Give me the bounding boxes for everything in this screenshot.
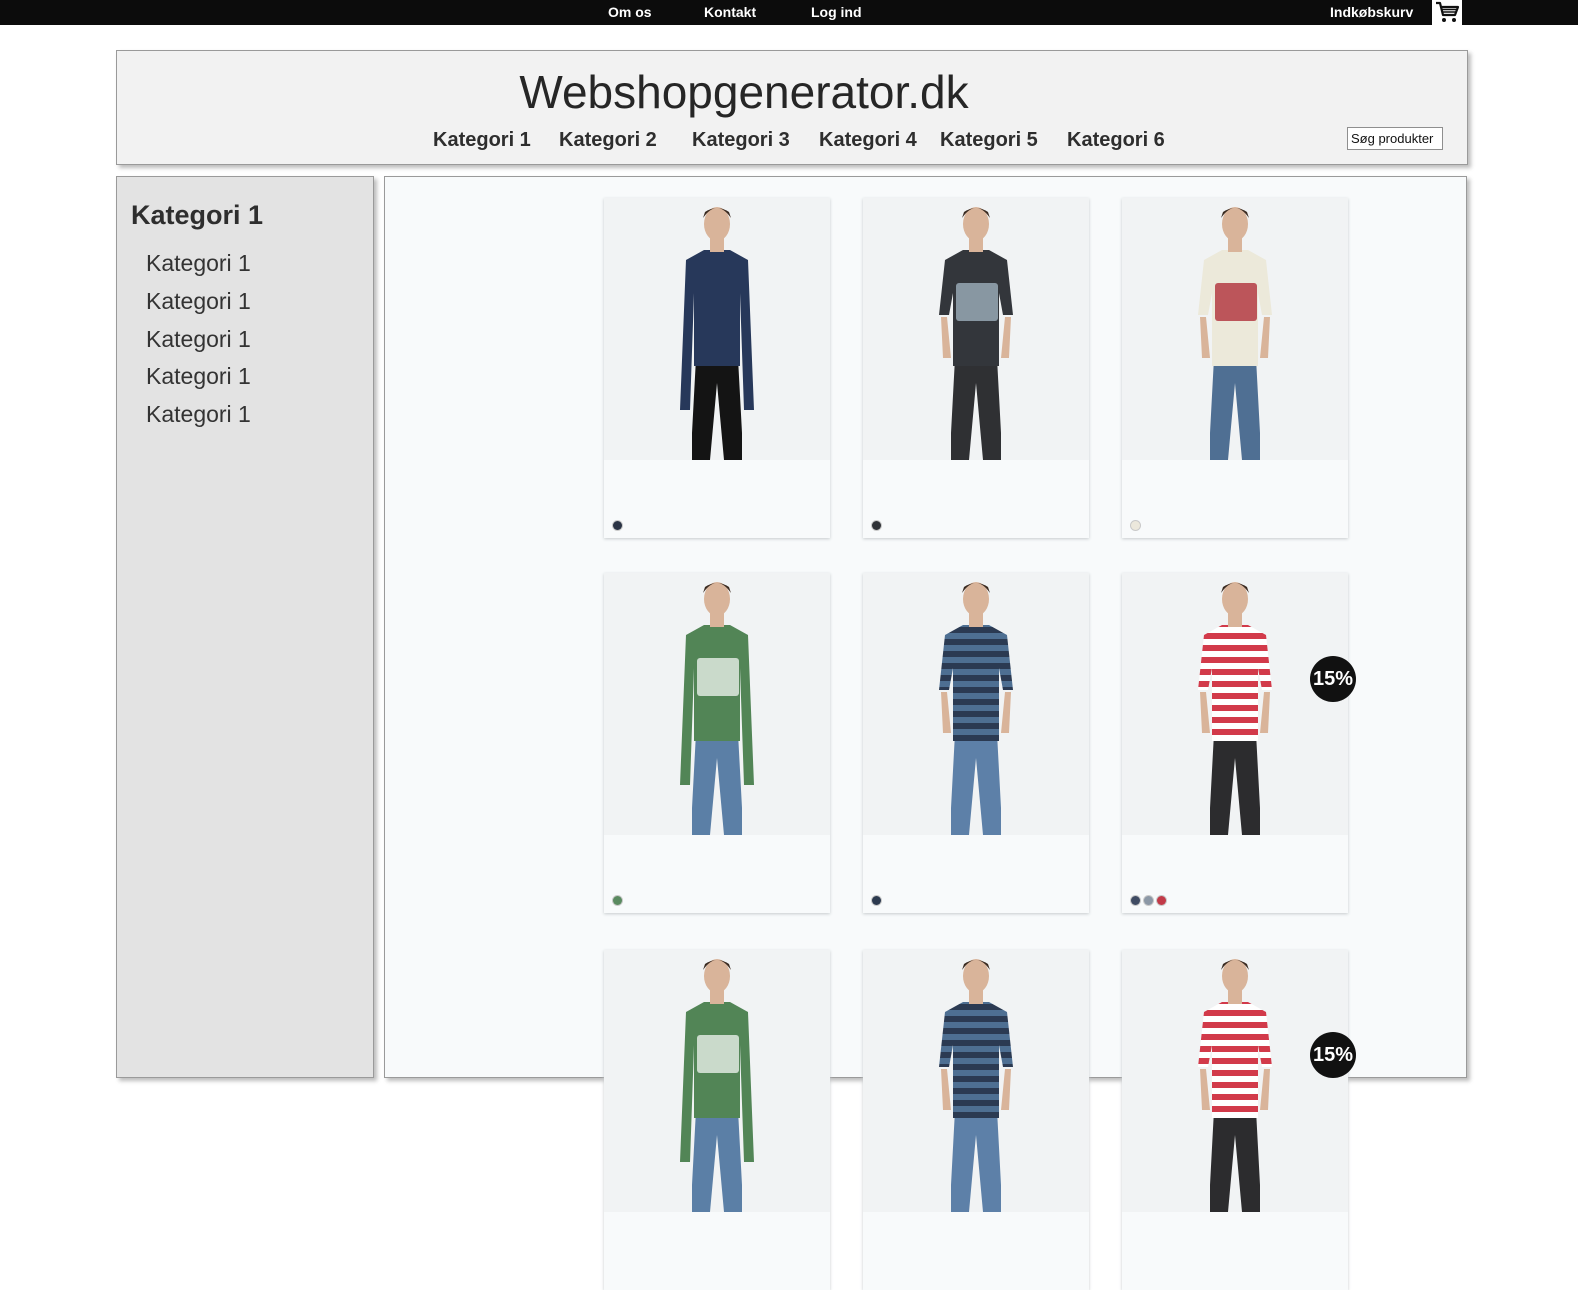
sidebar-item[interactable]: Kategori 1 [146, 401, 251, 428]
color-swatch[interactable] [872, 896, 881, 905]
about-link[interactable]: Om os [608, 4, 652, 20]
color-swatch[interactable] [613, 896, 622, 905]
sidebar-item[interactable]: Kategori 1 [146, 288, 251, 315]
product-card[interactable] [604, 950, 830, 1290]
product-card[interactable] [863, 950, 1089, 1290]
sidebar-item[interactable]: Kategori 1 [146, 326, 251, 353]
color-swatch[interactable] [1131, 896, 1140, 905]
nav-category-2[interactable]: Kategori 2 [559, 129, 657, 152]
nav-category-6[interactable]: Kategori 6 [1067, 129, 1165, 152]
nav-category-1[interactable]: Kategori 1 [433, 129, 531, 152]
nav-category-3[interactable]: Kategori 3 [692, 129, 790, 152]
color-swatch[interactable] [1157, 896, 1166, 905]
product-image[interactable] [863, 198, 1089, 460]
product-image[interactable] [863, 950, 1089, 1212]
product-image[interactable] [863, 573, 1089, 835]
site-header: Webshopgenerator.dk Kategori 1 Kategori … [116, 50, 1468, 165]
product-card[interactable] [604, 198, 830, 538]
discount-badge: 15% [1310, 1032, 1356, 1078]
cart-button[interactable] [1432, 0, 1462, 25]
sidebar-item[interactable]: Kategori 1 [146, 363, 251, 390]
site-title[interactable]: Webshopgenerator.dk [117, 65, 1371, 119]
product-card[interactable] [1122, 950, 1348, 1290]
search-input[interactable] [1347, 127, 1443, 150]
product-image[interactable] [604, 950, 830, 1212]
color-swatch[interactable] [872, 521, 881, 530]
product-card[interactable] [863, 198, 1089, 538]
category-sidebar: Kategori 1 Kategori 1 Kategori 1 Kategor… [116, 176, 374, 1078]
product-image[interactable] [604, 198, 830, 460]
product-card[interactable] [1122, 573, 1348, 913]
product-card[interactable] [604, 573, 830, 913]
top-bar: Om os Kontakt Log ind Indkøbskurv [0, 0, 1578, 25]
product-image[interactable] [604, 573, 830, 835]
product-card[interactable] [863, 573, 1089, 913]
product-image[interactable] [1122, 950, 1348, 1212]
product-card[interactable] [1122, 198, 1348, 538]
shopping-cart-icon [1436, 1, 1460, 22]
color-swatch[interactable] [1144, 896, 1153, 905]
contact-link[interactable]: Kontakt [704, 4, 756, 20]
nav-category-5[interactable]: Kategori 5 [940, 129, 1038, 152]
cart-link[interactable]: Indkøbskurv [1330, 4, 1413, 20]
product-image[interactable] [1122, 573, 1348, 835]
discount-badge: 15% [1310, 656, 1356, 702]
product-image[interactable] [1122, 198, 1348, 460]
sidebar-title: Kategori 1 [131, 200, 264, 230]
login-link[interactable]: Log ind [811, 4, 862, 20]
color-swatch[interactable] [1131, 521, 1140, 530]
nav-category-4[interactable]: Kategori 4 [819, 129, 917, 152]
color-swatch[interactable] [613, 521, 622, 530]
sidebar-item[interactable]: Kategori 1 [146, 250, 251, 277]
